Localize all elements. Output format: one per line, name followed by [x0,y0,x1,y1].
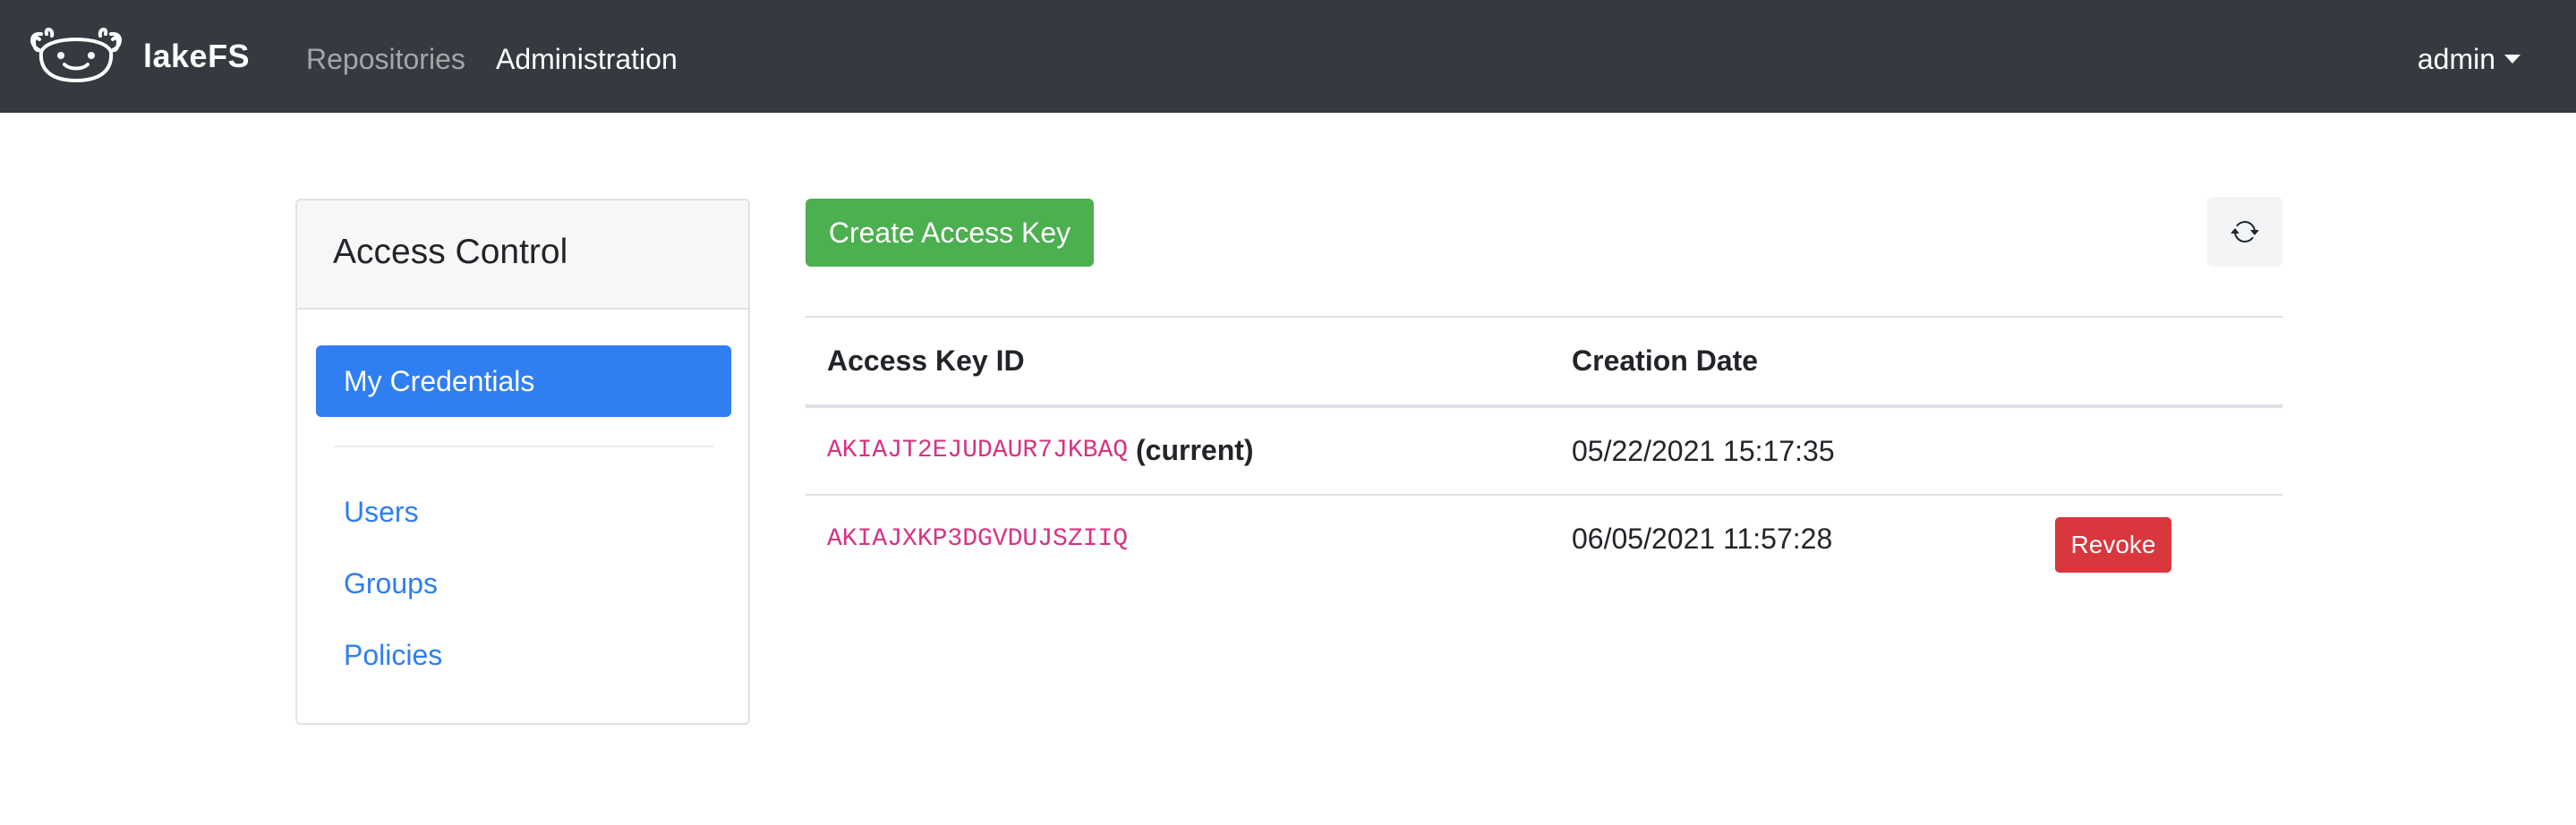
sidebar-divider [333,446,714,447]
nav-link-repositories[interactable]: Repositories [306,43,465,75]
revoke-button[interactable]: Revoke [2055,517,2171,573]
brand[interactable]: lakeFS [27,23,250,89]
caret-down-icon [2504,55,2521,64]
access-key-id: AKIAJT2EJUDAUR7JKBAQ [827,437,1129,464]
refresh-icon [2231,221,2259,242]
table-top-border [806,316,2282,318]
lakefs-axolotl-logo-icon [30,28,122,82]
create-access-key-button[interactable]: Create Access Key [806,199,1094,267]
column-header-access-key-id: Access Key ID [827,344,1025,377]
creation-date: 05/22/2021 15:17:35 [1572,435,1835,467]
top-navbar: lakeFS Repositories Administration admin [0,0,2576,113]
table-header-divider [806,404,2282,408]
user-menu-label: admin [2417,43,2495,75]
access-control-sidebar: Access Control My Credentials Users Grou… [295,199,750,725]
nav-link-administration[interactable]: Administration [496,43,678,75]
table-row-divider [806,494,2282,496]
brand-name: lakeFS [143,38,251,74]
sidebar-header: Access Control [297,200,748,310]
access-key-id: AKIAJXKP3DGVDUJSZIIQ [827,525,1129,553]
sidebar-item-my-credentials[interactable]: My Credentials [316,345,731,417]
refresh-button[interactable] [2207,197,2282,267]
sidebar-item-groups[interactable]: Groups [344,567,438,600]
column-header-creation-date: Creation Date [1572,344,1759,377]
user-menu-dropdown[interactable]: admin [2418,43,2521,75]
sidebar-title: Access Control [333,233,568,271]
sidebar-item-users[interactable]: Users [344,496,419,529]
sidebar-item-policies[interactable]: Policies [344,639,442,672]
creation-date: 06/05/2021 11:57:28 [1572,523,1833,555]
current-key-badge: (current) [1136,434,1254,466]
